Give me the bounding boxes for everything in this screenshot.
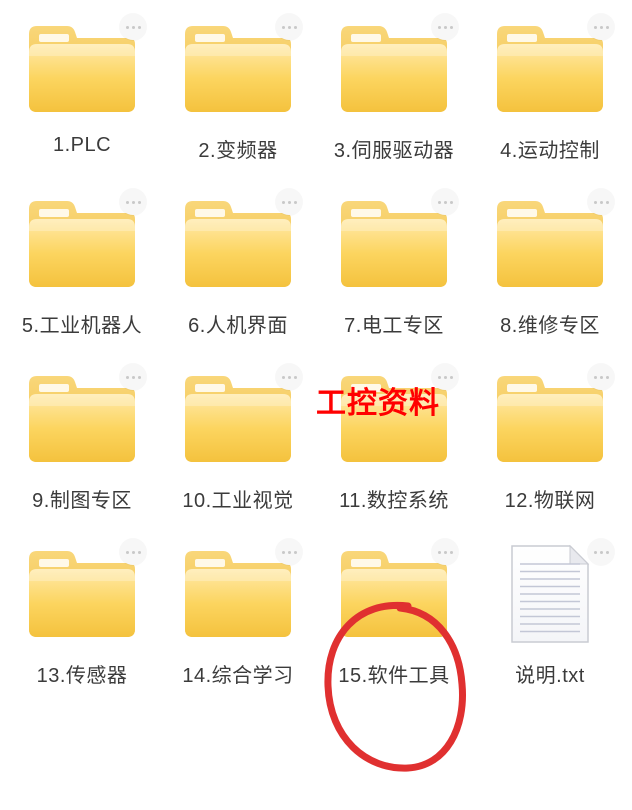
folder-item[interactable]: 3.伺服驱动器: [316, 8, 472, 175]
folder-item[interactable]: 9.制图专区: [4, 358, 160, 525]
more-icon[interactable]: [432, 189, 458, 215]
folder-item[interactable]: 7.电工专区: [316, 183, 472, 350]
more-icon[interactable]: [120, 14, 146, 40]
item-label: 说明.txt: [515, 659, 585, 688]
more-icon[interactable]: [588, 364, 614, 390]
annotation-text: 工控资料: [316, 378, 440, 422]
item-label: 5.工业机器人: [22, 309, 142, 338]
folder-item[interactable]: 1.PLC: [4, 8, 160, 175]
more-icon[interactable]: [276, 14, 302, 40]
item-label: 8.维修专区: [500, 309, 600, 338]
folder-item[interactable]: 8.维修专区: [472, 183, 628, 350]
more-icon[interactable]: [120, 539, 146, 565]
more-icon[interactable]: [276, 189, 302, 215]
folder-item[interactable]: 14.综合学习: [160, 533, 316, 700]
folder-item[interactable]: 15.软件工具: [316, 533, 472, 700]
item-label: 2.变频器: [198, 134, 277, 163]
folder-item[interactable]: 2.变频器: [160, 8, 316, 175]
item-label: 10.工业视觉: [182, 484, 293, 513]
more-icon[interactable]: [276, 364, 302, 390]
more-icon[interactable]: [588, 14, 614, 40]
more-icon[interactable]: [120, 189, 146, 215]
more-icon[interactable]: [432, 14, 458, 40]
folder-item[interactable]: 13.传感器: [4, 533, 160, 700]
item-label: 14.综合学习: [182, 659, 293, 688]
folder-item[interactable]: 12.物联网: [472, 358, 628, 525]
more-icon[interactable]: [588, 539, 614, 565]
item-label: 1.PLC: [53, 134, 111, 157]
file-item[interactable]: 说明.txt: [472, 533, 628, 700]
item-label: 4.运动控制: [500, 134, 600, 163]
item-label: 6.人机界面: [188, 309, 288, 338]
more-icon[interactable]: [588, 189, 614, 215]
folder-item[interactable]: 6.人机界面: [160, 183, 316, 350]
item-label: 7.电工专区: [344, 309, 444, 338]
folder-item[interactable]: 4.运动控制: [472, 8, 628, 175]
more-icon[interactable]: [120, 364, 146, 390]
item-label: 11.数控系统: [339, 484, 449, 513]
item-label: 9.制图专区: [32, 484, 132, 513]
more-icon[interactable]: [432, 539, 458, 565]
folder-item[interactable]: 10.工业视觉: [160, 358, 316, 525]
file-grid: 1.PLC 2.变频器: [0, 0, 632, 708]
item-label: 12.物联网: [505, 484, 596, 513]
more-icon[interactable]: [276, 539, 302, 565]
item-label: 3.伺服驱动器: [334, 134, 454, 163]
item-label: 15.软件工具: [338, 659, 449, 688]
folder-item[interactable]: 5.工业机器人: [4, 183, 160, 350]
item-label: 13.传感器: [37, 659, 128, 688]
